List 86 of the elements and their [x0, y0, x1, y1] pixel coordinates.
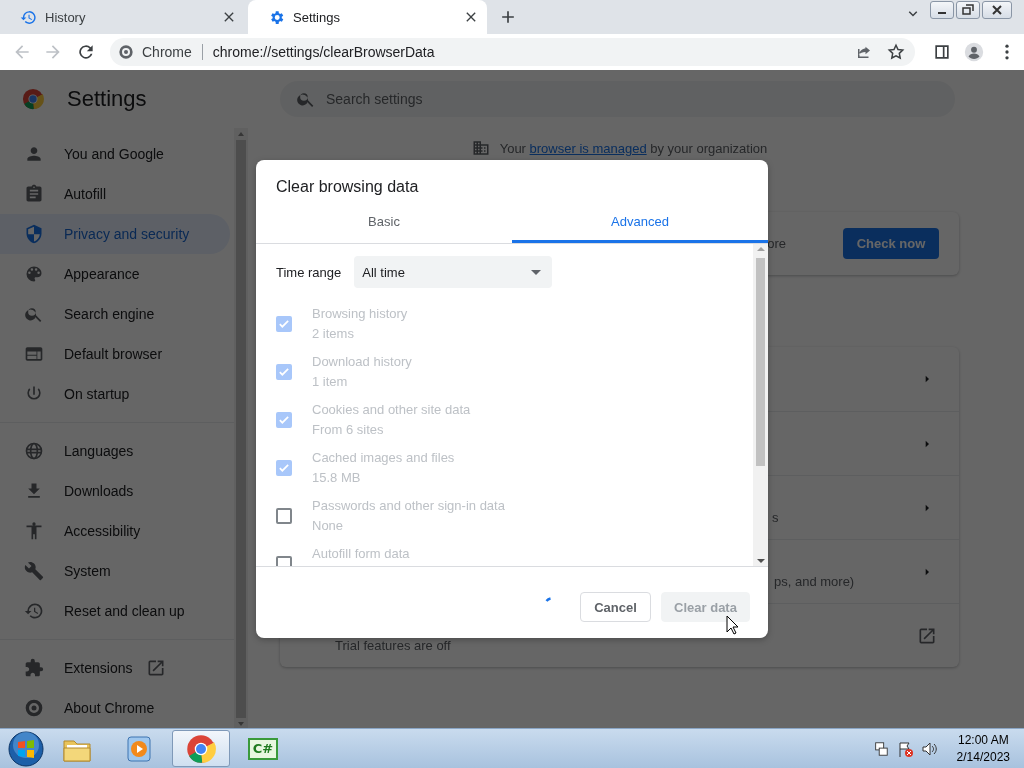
chrome-logo-icon	[186, 733, 216, 764]
site-label: Chrome	[142, 44, 192, 60]
sidebar-item[interactable]: You and Google	[0, 134, 230, 174]
option-label: Browsing history	[312, 305, 408, 323]
building-icon	[471, 139, 490, 157]
option-label: Download history	[312, 353, 412, 371]
checkmark-icon	[279, 320, 289, 328]
globe-icon	[24, 441, 44, 461]
taskbar-app[interactable]	[172, 730, 230, 767]
gear-icon	[268, 8, 285, 26]
option-detail: 15.8 MB	[312, 469, 362, 487]
option-detail: From 6 sites	[312, 421, 385, 439]
option-label: Cached images and files	[312, 449, 455, 467]
time-range-label: Time range	[276, 264, 342, 280]
cancel-button[interactable]: Cancel	[580, 592, 651, 622]
scrollbar-thumb[interactable]	[756, 258, 765, 466]
taskbar-app[interactable]: C#	[234, 730, 292, 767]
external-link-icon	[146, 658, 167, 678]
url-text: chrome://settings/clearBrowserData	[212, 44, 436, 60]
side-panel-icon[interactable]	[932, 42, 952, 62]
close-icon[interactable]	[982, 1, 1012, 19]
minimize-icon[interactable]	[930, 1, 954, 19]
sidebar-item[interactable]: About Chrome	[0, 688, 230, 728]
start-button[interactable]	[8, 730, 44, 767]
restore-icon[interactable]	[956, 1, 980, 19]
scroll-up-icon[interactable]	[756, 247, 765, 251]
clipboard-icon	[24, 184, 44, 204]
cursor-icon	[726, 615, 740, 635]
chrome-logo-icon	[24, 698, 44, 718]
page-title: Settings	[67, 86, 147, 112]
search-field[interactable]: Search settings	[280, 81, 955, 117]
sidebar-item[interactable]: Default browser	[0, 334, 230, 374]
card-text: ore	[767, 236, 786, 251]
browser-window-icon	[24, 344, 44, 364]
time-range-select[interactable]: All time	[354, 256, 553, 288]
managed-link[interactable]: browser is managed	[529, 140, 647, 156]
flag-icon[interactable]	[896, 740, 913, 757]
history-icon	[24, 601, 44, 621]
option-label: Autofill form data	[312, 545, 410, 563]
history-icon	[20, 8, 37, 26]
shield-icon	[24, 224, 44, 244]
star-icon[interactable]	[887, 43, 905, 61]
option-detail: 1 item	[312, 373, 349, 391]
checkmark-icon	[279, 464, 289, 472]
puzzle-icon	[24, 658, 44, 678]
sidebar-item[interactable]: Reset and clean up	[0, 591, 230, 631]
checkmark-icon	[279, 416, 289, 424]
check-now-button[interactable]: Check now	[843, 228, 939, 259]
sidebar-item[interactable]: Appearance	[0, 254, 230, 294]
scroll-down-icon[interactable]	[756, 559, 765, 563]
sidebar-item[interactable]: Privacy and security	[0, 214, 230, 254]
row-subtitle: ps, and more)	[774, 574, 855, 589]
sidebar-item[interactable]: System	[0, 551, 230, 591]
row-subtitle: Trial features are off	[335, 638, 451, 653]
palette-icon	[24, 264, 44, 284]
checkmark-icon	[279, 368, 289, 376]
chrome-logo-icon	[22, 88, 44, 110]
caret-icon	[531, 269, 542, 275]
dialog-title: Clear browsing data	[275, 177, 420, 197]
browser-tab[interactable]: Settings	[248, 0, 487, 34]
accessibility-icon	[24, 521, 44, 541]
row-subtitle: s	[772, 510, 779, 525]
dialog-tab[interactable]: Advanced	[512, 200, 768, 243]
address-bar[interactable]: Chrome chrome://settings/clearBrowserData	[110, 38, 915, 66]
sidebar-item[interactable]: Extensions	[0, 648, 230, 688]
scroll-up-icon[interactable]	[238, 132, 244, 136]
option-detail: 2 items	[312, 325, 355, 343]
option-label: Cookies and other site data	[312, 401, 471, 419]
chrome-logo-icon	[118, 44, 134, 60]
dialog-tab[interactable]: Basic	[256, 200, 512, 243]
sidebar-item[interactable]: On startup	[0, 374, 230, 414]
wrench-icon	[24, 561, 44, 581]
sidebar-item[interactable]: Autofill	[0, 174, 230, 214]
option-label: Passwords and other sign-in data	[312, 497, 505, 515]
reload-icon[interactable]	[76, 42, 96, 62]
sidebar-item[interactable]: Languages	[0, 431, 230, 471]
clock[interactable]: 12:00 AM 2/14/2023	[956, 731, 1010, 766]
sidebar-item[interactable]: Search engine	[0, 294, 230, 334]
profile-icon[interactable]	[963, 41, 985, 63]
option-detail: None	[312, 517, 345, 535]
managed-notice: Your browser is managed by your organization	[499, 140, 768, 156]
browser-tab[interactable]: History	[0, 0, 245, 34]
sidebar-item[interactable]: Accessibility	[0, 511, 230, 551]
network-icon[interactable]	[872, 740, 889, 757]
sidebar-item[interactable]: Downloads	[0, 471, 230, 511]
speaker-icon[interactable]	[920, 740, 937, 757]
